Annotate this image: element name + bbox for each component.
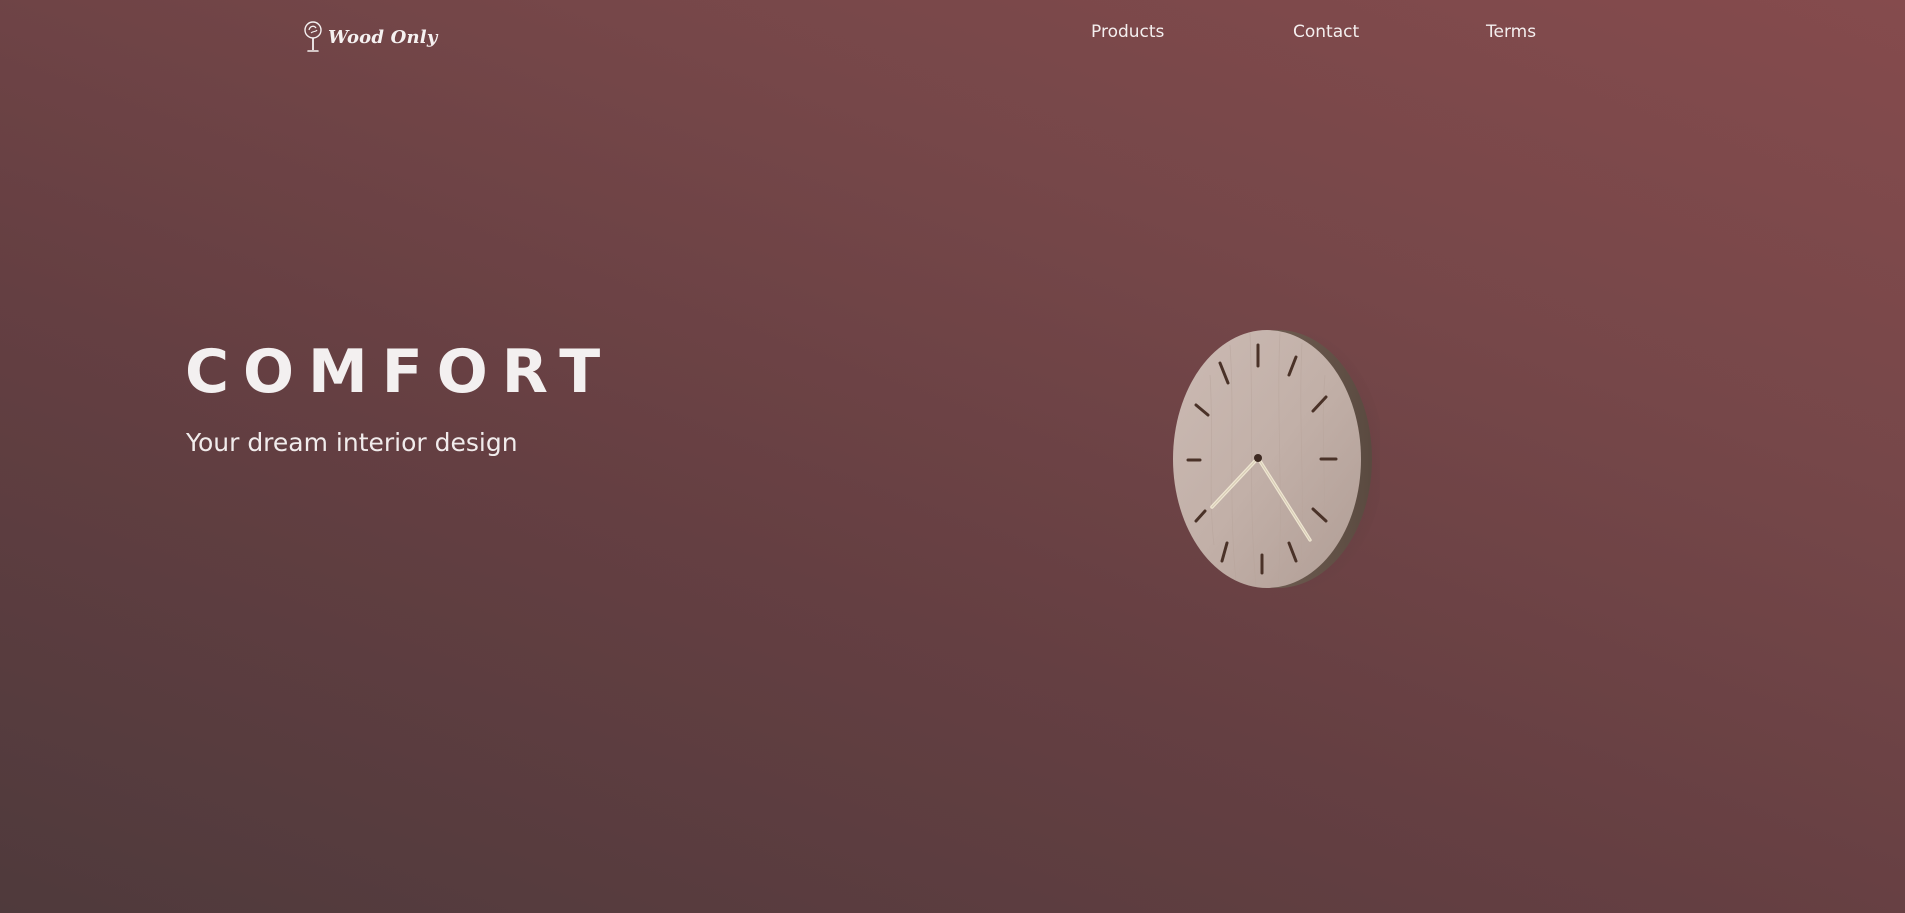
main-nav: Products Contact Terms: [0, 22, 1905, 48]
wooden-wall-clock-image: [1170, 325, 1380, 595]
nav-link-products[interactable]: Products: [1091, 22, 1164, 42]
landing-page: Wood Only Products Contact Terms COMFORT…: [0, 0, 1905, 913]
nav-link-terms[interactable]: Terms: [1486, 22, 1536, 42]
hero-title: COMFORT: [185, 337, 615, 407]
hero-subtitle: Your dream interior design: [186, 428, 518, 457]
nav-link-contact[interactable]: Contact: [1293, 22, 1359, 42]
